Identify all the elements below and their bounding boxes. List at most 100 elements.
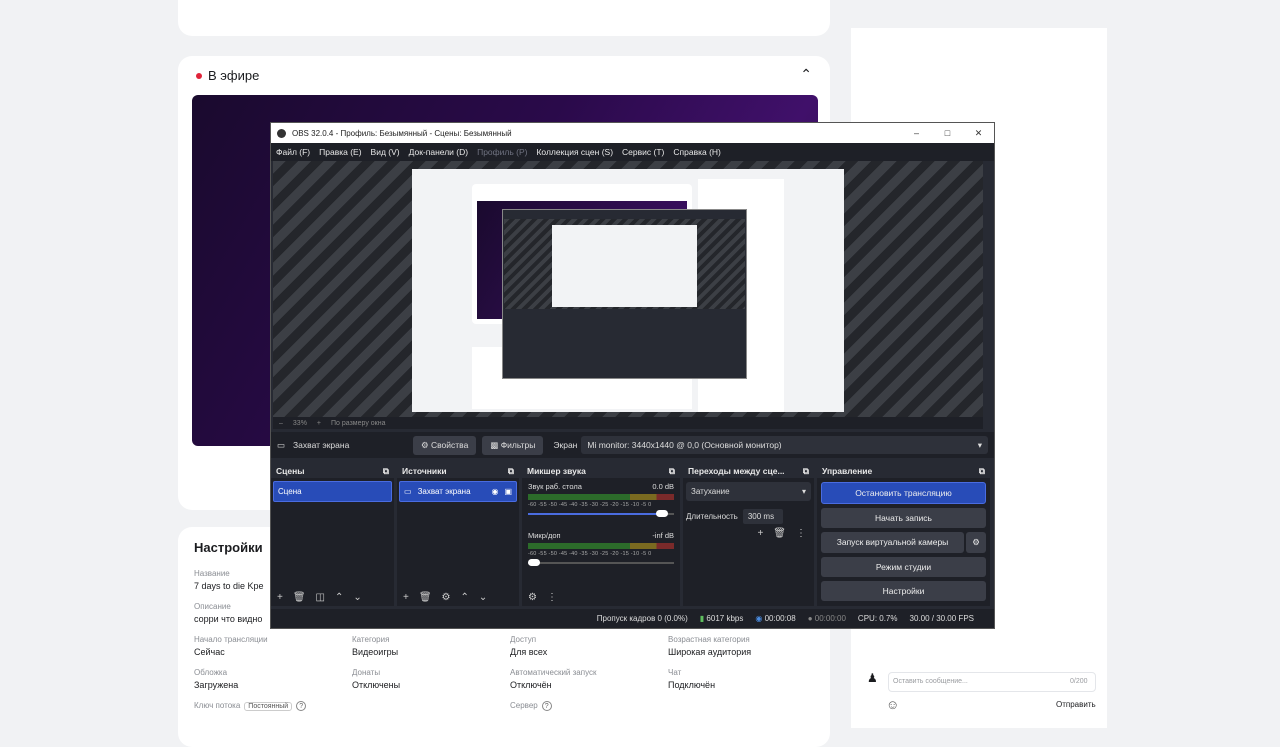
fit-mode[interactable]: По размеру окна xyxy=(331,420,385,427)
trash-icon[interactable]: 🗑 xyxy=(773,528,786,539)
duration-input[interactable]: 300 ms xyxy=(742,509,783,524)
more-icon[interactable]: ⋮ xyxy=(796,528,806,539)
menu-view[interactable]: Вид (V) xyxy=(371,147,400,157)
stop-stream-button[interactable]: Остановить трансляцию xyxy=(821,482,986,504)
help-icon[interactable]: ? xyxy=(541,701,552,711)
field-age[interactable]: Возрастная категория Широкая аудитория xyxy=(668,635,751,657)
menu-profile[interactable]: Профиль (P) xyxy=(477,147,527,157)
gear-icon[interactable]: ⚙ xyxy=(966,532,986,553)
obs-logo-icon xyxy=(277,128,286,138)
live-header[interactable]: В эфире xyxy=(196,68,259,83)
trash-icon[interactable]: 🗑 xyxy=(293,592,306,603)
field-name-value: 7 days to die Kрe xyxy=(194,581,264,591)
field-chat-label: Чат xyxy=(668,668,682,677)
obs-window: OBS 32.0.4 - Профиль: Безымянный - Сцены… xyxy=(270,122,995,629)
undock-icon[interactable]: ⧉ xyxy=(803,466,809,476)
field-desc[interactable]: Описание сорри что видно xyxy=(194,602,262,624)
chat-input[interactable]: Оставить сообщение... xyxy=(888,672,1096,692)
transition-select[interactable]: Затухание ▾ xyxy=(686,482,811,501)
minimize-icon[interactable]: – xyxy=(901,128,932,139)
sources-title: Источники xyxy=(402,466,447,476)
field-access-value: Для всех xyxy=(510,647,548,657)
controls-title: Управление xyxy=(822,466,873,476)
zoom-minus-icon[interactable]: – xyxy=(279,420,283,427)
stream-icon: ◉ xyxy=(755,614,763,623)
menu-scene-collection[interactable]: Коллекция сцен (S) xyxy=(536,147,613,157)
undock-icon[interactable]: ⧉ xyxy=(383,466,389,476)
trash-icon[interactable]: 🗑 xyxy=(419,592,432,603)
channel-db: -inf dB xyxy=(652,531,674,540)
field-access-label: Доступ xyxy=(510,635,537,644)
obs-title: OBS 32.0.4 - Профиль: Безымянный - Сцены… xyxy=(292,128,512,138)
field-key-label: Ключ потока Постоянный? xyxy=(194,701,307,711)
menu-file[interactable]: Файл (F) xyxy=(276,147,310,157)
volume-slider[interactable] xyxy=(528,510,674,517)
current-source-name: Захват экрана xyxy=(293,440,350,450)
zoom-plus-icon[interactable]: + xyxy=(317,420,321,427)
menu-edit[interactable]: Правка (E) xyxy=(319,147,361,157)
screen-select-value: Mi monitor: 3440x1440 @ 0,0 (Основной мо… xyxy=(587,440,782,450)
menu-docks[interactable]: Док-панели (D) xyxy=(409,147,468,157)
add-icon[interactable]: + xyxy=(403,592,409,603)
field-access[interactable]: Доступ Для всех xyxy=(510,635,547,657)
field-server-label: Сервер? xyxy=(510,701,552,711)
transitions-title: Переходы между сце... xyxy=(688,466,785,476)
field-chat[interactable]: Чат Подключён xyxy=(668,668,715,690)
virtual-cam-button[interactable]: Запуск виртуальной камеры xyxy=(821,532,964,553)
add-icon[interactable]: + xyxy=(277,592,283,603)
down-icon[interactable]: ⌄ xyxy=(353,592,361,603)
mixer-settings-icon[interactable]: ⚙ xyxy=(528,592,537,603)
down-icon[interactable]: ⌄ xyxy=(479,592,487,603)
field-donate[interactable]: Донаты Отключены xyxy=(352,668,400,690)
close-icon[interactable]: ✕ xyxy=(963,128,994,139)
chat-send-button[interactable]: Отправить xyxy=(1056,700,1096,709)
zoom-bar: – 33% + По размеру окна xyxy=(273,417,983,429)
menu-tools[interactable]: Сервис (T) xyxy=(622,147,664,157)
start-record-button[interactable]: Начать запись xyxy=(821,508,986,528)
volume-slider[interactable] xyxy=(528,559,674,566)
field-desc-label: Описание xyxy=(194,602,231,611)
key-badge: Постоянный xyxy=(244,702,293,711)
field-start[interactable]: Начало трансляции Сейчас xyxy=(194,635,268,657)
filter-icon[interactable]: ◫ xyxy=(316,592,325,603)
undock-icon[interactable]: ⧉ xyxy=(669,466,675,476)
add-icon[interactable]: + xyxy=(757,528,763,539)
obs-preview[interactable] xyxy=(273,161,983,417)
up-icon[interactable]: ⌃ xyxy=(335,592,343,603)
gear-icon[interactable]: ⚙ xyxy=(442,592,451,603)
field-age-value: Широкая аудитория xyxy=(668,647,752,657)
more-icon[interactable]: ⋮ xyxy=(547,592,557,603)
filters-button[interactable]: ▩ Фильтры xyxy=(482,435,544,455)
screen-select[interactable]: Mi monitor: 3440x1440 @ 0,0 (Основной мо… xyxy=(581,436,988,454)
field-autostart[interactable]: Автоматический запуск Отключён xyxy=(510,668,596,690)
settings-button[interactable]: Настройки xyxy=(821,581,986,601)
chevron-up-icon[interactable]: ⌃ xyxy=(800,66,812,83)
stream-time: ◉ 00:00:08 xyxy=(755,614,796,623)
field-name[interactable]: Название 7 days to die Kрe xyxy=(194,569,264,591)
monitor-icon: ▭ xyxy=(404,487,412,496)
fps: 30.00 / 30.00 FPS xyxy=(909,614,975,623)
mixer-dock: Микшер звука ⧉ Звук раб. стола 0.0 dB -60 … xyxy=(522,462,680,606)
field-name-label: Название xyxy=(194,569,230,578)
field-key[interactable]: Ключ потока Постоянный? xyxy=(194,701,307,711)
source-item[interactable]: ▭ Захват экрана ◉ ▣ xyxy=(399,481,517,502)
undock-icon[interactable]: ⧉ xyxy=(979,466,985,476)
lock-icon[interactable]: ▣ xyxy=(504,487,512,496)
up-icon[interactable]: ⌃ xyxy=(461,592,469,603)
obs-titlebar[interactable]: OBS 32.0.4 - Профиль: Безымянный - Сцены… xyxy=(271,123,994,143)
level-meter xyxy=(528,494,674,500)
field-autostart-label: Автоматический запуск xyxy=(510,668,597,677)
properties-button[interactable]: ⚙ Свойства xyxy=(413,435,477,455)
maximize-icon[interactable]: □ xyxy=(932,128,963,139)
field-category[interactable]: Категория Видеоигры xyxy=(352,635,398,657)
studio-mode-button[interactable]: Режим студии xyxy=(821,557,986,577)
undock-icon[interactable]: ⧉ xyxy=(508,466,514,476)
help-icon[interactable]: ? xyxy=(296,701,307,711)
field-server[interactable]: Сервер? xyxy=(510,701,552,711)
field-donate-label: Донаты xyxy=(352,668,381,677)
field-cover[interactable]: Обложка Загружена xyxy=(194,668,238,690)
scene-item[interactable]: Сцена xyxy=(273,481,392,502)
menu-help[interactable]: Справка (H) xyxy=(673,147,721,157)
eye-icon[interactable]: ◉ xyxy=(491,487,498,496)
emoji-icon[interactable]: ☺ xyxy=(886,697,899,712)
